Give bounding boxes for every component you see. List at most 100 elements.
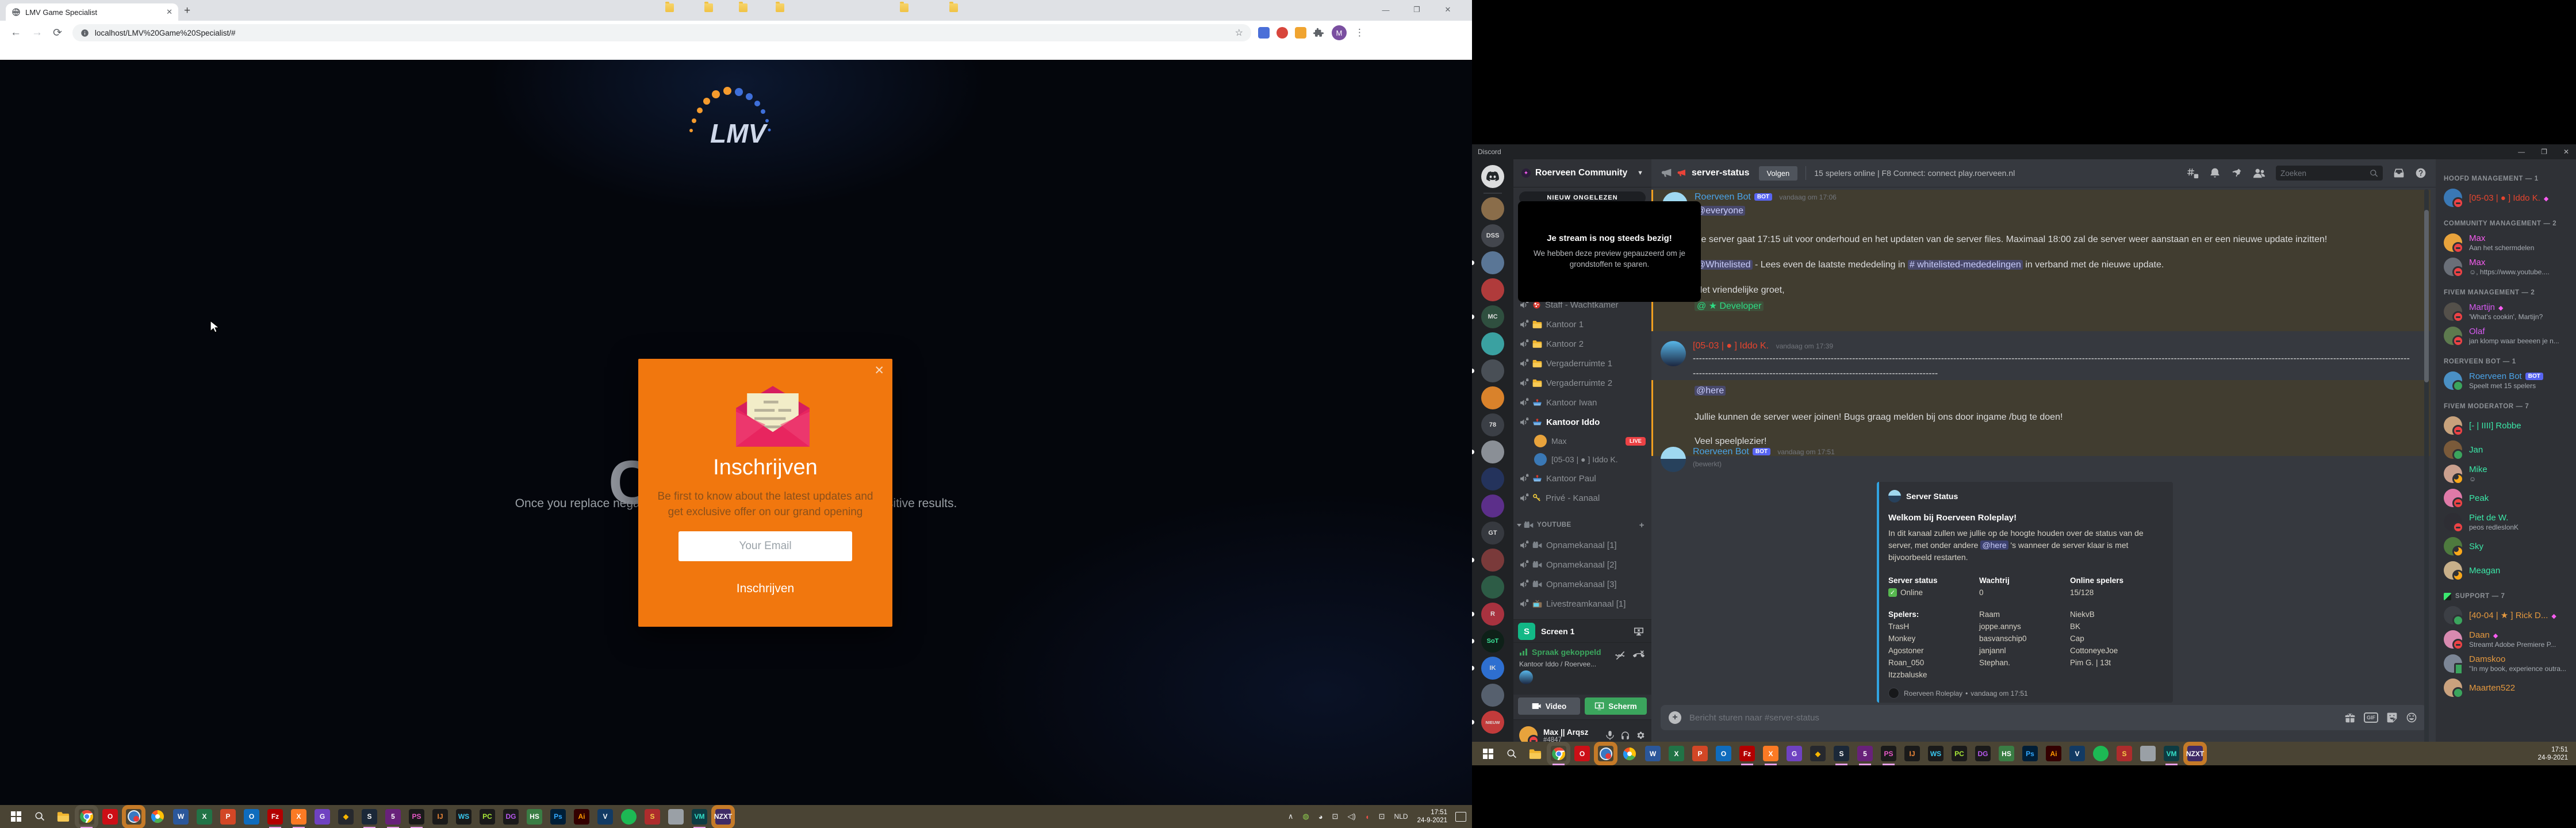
discord-maximize-button[interactable]: ❐ bbox=[2541, 148, 2547, 156]
discord-minimize-button[interactable]: — bbox=[2518, 148, 2525, 156]
member-piet-de-w-[interactable]: Piet de W.peos redleslonK bbox=[2444, 510, 2576, 534]
taskbar-icon-datagrip[interactable]: DG bbox=[1975, 746, 1991, 761]
subscribe-button[interactable]: Inschrijven bbox=[638, 582, 892, 596]
taskbar-icon-browser-wheel[interactable] bbox=[150, 809, 165, 825]
server-icon[interactable] bbox=[1481, 332, 1504, 355]
member-maarten522[interactable]: Maarten522 bbox=[2444, 676, 2576, 700]
email-field[interactable]: Your Email bbox=[678, 531, 852, 561]
taskbar-icon-heidisql[interactable]: HS bbox=[1999, 746, 2014, 761]
member-roerveen-bot[interactable]: Roerveen BotBOTSpeelt met 15 spelers bbox=[2444, 369, 2576, 393]
taskbar-icon-filezilla[interactable]: Fz bbox=[267, 809, 283, 825]
taskbar-icon-cam-app[interactable] bbox=[126, 809, 141, 825]
follow-button[interactable]: Volgen bbox=[1759, 166, 1798, 181]
new-tab-button[interactable]: + bbox=[184, 5, 190, 17]
taskbar-icon-word[interactable]: W bbox=[1645, 746, 1661, 761]
taskbar-icon-intellij[interactable]: IJ bbox=[1904, 746, 1920, 761]
extension-icon-3[interactable] bbox=[1295, 27, 1306, 39]
taskbar-icon-vs-purple[interactable]: 5 bbox=[385, 809, 401, 825]
channel-mention[interactable]: # whitelisted-mededelingen bbox=[1908, 260, 2023, 270]
member-damskoo[interactable]: Damskoo"In my book, experience outra... bbox=[2444, 651, 2576, 676]
server-header[interactable]: ✦ Roerveen Community ▼ bbox=[1513, 159, 1651, 187]
profile-avatar[interactable]: M bbox=[1332, 25, 1347, 40]
member--iiii-robbe[interactable]: [- | IIII] Robbe bbox=[2444, 413, 2576, 438]
everyone-mention[interactable]: @everyone bbox=[1695, 206, 1745, 216]
message-author[interactable]: Roerveen Bot bbox=[1693, 447, 1749, 457]
browser-tab[interactable]: LMV Game Specialist ✕ bbox=[6, 3, 178, 21]
modal-close-icon[interactable]: ✕ bbox=[874, 363, 884, 378]
taskbar-icon-nzxt[interactable]: NZXT bbox=[2187, 746, 2203, 761]
server-icon[interactable] bbox=[1481, 251, 1504, 274]
voice-channel-opnamekanaal-3-[interactable]: Opnamekanaal [3] bbox=[1513, 574, 1651, 594]
server-icon-dss[interactable]: DSS bbox=[1481, 224, 1504, 247]
browser-close-button[interactable]: ✕ bbox=[1435, 0, 1460, 20]
taskbar-icon-vs-purple[interactable]: 5 bbox=[1857, 746, 1873, 761]
server-icon-ik[interactable]: IK bbox=[1481, 657, 1504, 680]
inbox-icon[interactable] bbox=[2393, 167, 2405, 179]
threads-icon[interactable] bbox=[2187, 167, 2199, 179]
tray-icon-antivirus[interactable]: ◍ bbox=[1302, 812, 1309, 821]
back-icon[interactable]: ← bbox=[10, 26, 21, 39]
scrollbar-thumb[interactable] bbox=[2424, 210, 2429, 382]
taskbar-icon-audio-mixer[interactable] bbox=[668, 809, 684, 825]
developer-role-mention[interactable]: @ ★ Developer bbox=[1695, 301, 1764, 311]
member-max[interactable]: Max☺, https://www.youtube.... bbox=[2444, 255, 2576, 279]
taskbar-icon-illustrator[interactable]: Ai bbox=[2046, 746, 2061, 761]
taskbar-icon-illustrator[interactable]: Ai bbox=[574, 809, 589, 825]
voice-channel-vergaderruimte-1[interactable]: Vergaderruimte 1 bbox=[1513, 354, 1651, 373]
taskbar-icon-explorer[interactable] bbox=[55, 809, 71, 825]
here-mention[interactable]: @here bbox=[1980, 540, 2008, 550]
stream-preview-tile[interactable]: S Screen 1 bbox=[1513, 619, 1651, 643]
discord-home-button[interactable] bbox=[1481, 165, 1504, 188]
extension-icon-1[interactable] bbox=[1258, 27, 1270, 39]
message-author[interactable]: [05-03 | ● ] Iddo K. bbox=[1693, 341, 1769, 351]
url-text[interactable]: localhost/LMV%20Game%20Specialist/# bbox=[95, 29, 1235, 37]
taskbar-icon-sketch[interactable]: ◆ bbox=[338, 809, 354, 825]
server-icon[interactable] bbox=[1481, 494, 1504, 518]
chat-message[interactable]: [05-03 | ● ] Iddo K. vandaag om 17:39 --… bbox=[1651, 339, 2429, 379]
taskbar-icon-github[interactable]: G bbox=[1787, 746, 1802, 761]
tray-icon-color[interactable]: ◕ bbox=[1318, 812, 1323, 821]
member-olaf[interactable]: Olafjan klomp waar beeeen je n... bbox=[2444, 324, 2576, 348]
voice-channel-vergaderruimte-2[interactable]: Vergaderruimte 2 bbox=[1513, 373, 1651, 393]
server-icon[interactable] bbox=[1481, 197, 1504, 220]
taskbar-icon-word[interactable]: W bbox=[173, 809, 189, 825]
language-indicator[interactable]: NLD bbox=[1394, 812, 1408, 821]
taskbar-icon-audio-mixer[interactable] bbox=[2140, 746, 2156, 761]
taskbar-icon-sketch[interactable]: ◆ bbox=[1810, 746, 1826, 761]
gif-icon[interactable]: GIF bbox=[2364, 712, 2378, 723]
member-peak[interactable]: Peak bbox=[2444, 486, 2576, 510]
here-mention[interactable]: @here bbox=[1695, 386, 1726, 396]
taskbar-icon-search[interactable] bbox=[32, 809, 47, 825]
taskbar-icon-outlook[interactable]: O bbox=[1716, 746, 1731, 761]
screen-share-button[interactable]: Scherm bbox=[1585, 697, 1647, 715]
taskbar-icon-spotify[interactable] bbox=[621, 809, 637, 825]
member-jan[interactable]: Jan bbox=[2444, 438, 2576, 462]
bookmark-star-icon[interactable]: ☆ bbox=[1235, 27, 1243, 39]
taskbar-icon-steam[interactable]: S bbox=[362, 809, 377, 825]
server-icon[interactable] bbox=[1481, 386, 1504, 409]
member-meagan[interactable]: Meagan bbox=[2444, 558, 2576, 582]
taskbar-icon-visualstudio[interactable]: V bbox=[2069, 746, 2085, 761]
pinned-messages-icon[interactable] bbox=[2231, 167, 2242, 179]
voice-member-max[interactable]: MaxLIVE bbox=[1513, 432, 1651, 450]
server-icon[interactable] bbox=[1481, 440, 1504, 463]
taskbar-icon-sharex[interactable]: S bbox=[2117, 746, 2132, 761]
taskbar-icon-photoshop[interactable]: Ps bbox=[2022, 746, 2038, 761]
taskbar-icon-xampp[interactable]: X bbox=[291, 809, 306, 825]
taskbar-icon-datagrip[interactable]: DG bbox=[503, 809, 519, 825]
tray-icon-display[interactable]: ⊡ bbox=[1332, 812, 1339, 821]
close-stream-icon[interactable] bbox=[1633, 627, 1644, 636]
taskbar-icon-opera[interactable]: O bbox=[1574, 746, 1590, 761]
user-avatar[interactable] bbox=[1661, 341, 1686, 366]
forward-icon[interactable]: → bbox=[32, 26, 43, 39]
server-icon[interactable] bbox=[1481, 684, 1504, 707]
voice-channel-kantoor-1[interactable]: Kantoor 1 bbox=[1513, 315, 1651, 334]
voice-channel-label[interactable]: Kantoor Iddo / Roervee... bbox=[1519, 660, 1596, 668]
page-info-icon[interactable] bbox=[80, 29, 89, 37]
gift-icon[interactable] bbox=[2344, 712, 2356, 723]
server-icon[interactable] bbox=[1481, 467, 1504, 490]
help-icon[interactable] bbox=[2415, 167, 2426, 179]
taskbar-icon-visualstudio[interactable]: V bbox=[597, 809, 613, 825]
taskbar-icon-excel[interactable]: X bbox=[1669, 746, 1684, 761]
taskbar-clock[interactable]: 17:51 24-9-2021 bbox=[1417, 808, 1447, 825]
